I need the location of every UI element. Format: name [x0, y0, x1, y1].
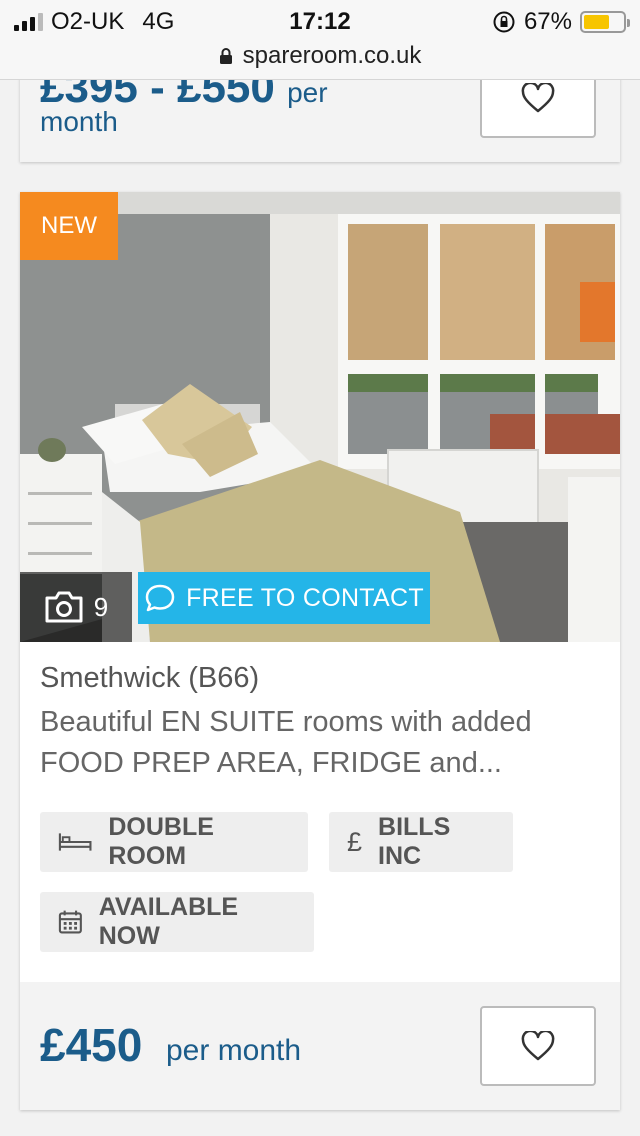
- pound-icon: £: [347, 826, 363, 857]
- heart-icon: [521, 83, 555, 113]
- availability-label: AVAILABLE NOW: [98, 893, 239, 950]
- listing-card[interactable]: NEW 9 FREE TO CONTACT Smethwick (B66) Be…: [20, 192, 620, 1110]
- photo-count-value: 9: [93, 591, 109, 622]
- previous-price-per: per: [287, 77, 328, 108]
- free-to-contact-badge[interactable]: FREE TO CONTACT: [138, 572, 430, 624]
- heart-icon: [521, 1031, 555, 1061]
- orientation-lock-icon: [493, 11, 515, 33]
- photo-count[interactable]: 9: [20, 572, 132, 642]
- chat-bubble-icon: [145, 584, 175, 612]
- previous-price-month: month: [40, 106, 118, 137]
- save-favourite-button[interactable]: [480, 1006, 596, 1086]
- battery-icon: [580, 11, 630, 33]
- free-to-contact-label: FREE TO CONTACT: [186, 583, 424, 612]
- bed-icon: [58, 833, 92, 851]
- bills-label: BILLS INC: [378, 813, 451, 870]
- room-type-chip: DOUBLE ROOM: [40, 812, 308, 872]
- listing-footer: £450 per month: [20, 982, 620, 1110]
- address-bar[interactable]: spareroom.co.uk: [0, 42, 640, 70]
- listing-description[interactable]: Beautiful EN SUITE rooms with added FOOD…: [40, 702, 605, 784]
- lock-icon: [219, 48, 232, 64]
- listing-location[interactable]: Smethwick (B66): [40, 662, 259, 695]
- listing-photo[interactable]: NEW 9 FREE TO CONTACT: [20, 192, 620, 642]
- battery-percent: 67%: [523, 8, 572, 35]
- calendar-icon: [58, 910, 82, 934]
- bills-chip: £ BILLS INC: [329, 812, 513, 872]
- new-badge: NEW: [20, 192, 118, 260]
- status-bar: O2-UK 4G 17:12 67% spareroom.co.uk: [0, 0, 640, 80]
- availability-chip: AVAILABLE NOW: [40, 892, 314, 952]
- url-text: spareroom.co.uk: [242, 42, 422, 69]
- listing-price: £450: [40, 1019, 143, 1071]
- price-period: per month: [166, 1034, 302, 1067]
- room-type-label: DOUBLE ROOM: [108, 813, 214, 870]
- battery-info: 67%: [492, 8, 630, 36]
- camera-icon: [45, 591, 83, 623]
